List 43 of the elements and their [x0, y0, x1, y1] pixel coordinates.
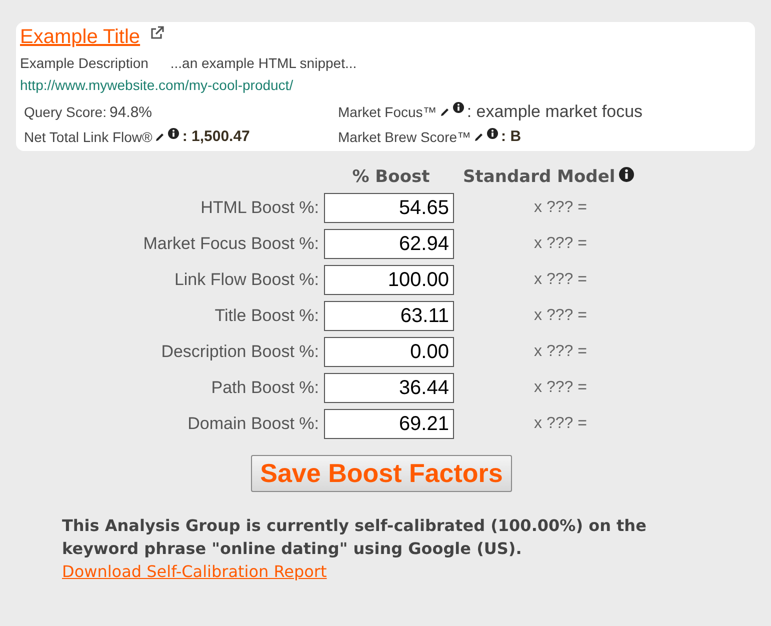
field-label: Path Boost %: — [210, 378, 319, 398]
boost-input[interactable]: 62.94 — [324, 229, 454, 259]
info-icon[interactable] — [619, 167, 634, 182]
field-label: HTML Boost %: — [200, 198, 319, 218]
field-label: Title Boost %: — [214, 306, 319, 326]
info-icon[interactable] — [168, 128, 180, 139]
boost-input[interactable]: 0.00 — [324, 337, 454, 367]
stat-label: Query Score: — [24, 104, 106, 120]
description-text: Example Description — [20, 55, 148, 71]
model-text: x ??? = — [534, 343, 588, 361]
model-text: x ??? = — [534, 199, 588, 217]
stat-label: Market Brew Score™ — [338, 128, 472, 144]
model-text: x ??? = — [534, 307, 588, 325]
stat-value: : B — [501, 128, 522, 145]
field-label: Market Focus Boost %: — [142, 234, 319, 254]
info-icon[interactable] — [452, 102, 464, 113]
boost-input[interactable]: 36.44 — [324, 373, 454, 403]
pencil-icon[interactable] — [474, 132, 484, 142]
stat-value: : 1,500.47 — [182, 128, 250, 145]
stat-label: Market Focus™ — [338, 104, 437, 120]
boost-input[interactable]: 100.00 — [324, 265, 454, 295]
model-text: x ??? = — [534, 379, 588, 397]
stat-label: Net Total Link Flow® — [24, 128, 152, 144]
snippet-text: ...an example HTML snippet... — [170, 55, 357, 71]
calibration-text: This Analysis Group is currently self-calibrated (100.00%) on the keyword phrase "online dating" using Google (US). Download Self-Calibration Report — [62, 515, 648, 583]
model-text: x ??? = — [534, 235, 588, 253]
field-label: Domain Boost %: — [186, 414, 319, 434]
field-label: Link Flow Boost %: — [173, 270, 319, 290]
model-text: x ??? = — [534, 415, 588, 433]
column-header: % Boost — [352, 167, 430, 187]
boost-input[interactable]: 69.21 — [324, 409, 454, 439]
column-header: Standard Model — [463, 167, 616, 187]
stat-value: 94.8% — [109, 104, 152, 120]
url-link[interactable]: http://www.mywebsite.com/my-cool-product/ — [20, 77, 294, 93]
pencil-icon[interactable] — [440, 107, 450, 117]
boost-input[interactable]: 54.65 — [324, 193, 454, 223]
external-link-icon[interactable] — [150, 26, 164, 40]
model-text: x ??? = — [534, 271, 588, 289]
info-icon[interactable] — [487, 128, 498, 139]
pencil-icon[interactable] — [155, 132, 166, 142]
field-label: Description Boost %: — [160, 342, 319, 362]
stat-value: : example market focus — [466, 102, 643, 122]
boost-input[interactable]: 63.11 — [324, 301, 454, 331]
